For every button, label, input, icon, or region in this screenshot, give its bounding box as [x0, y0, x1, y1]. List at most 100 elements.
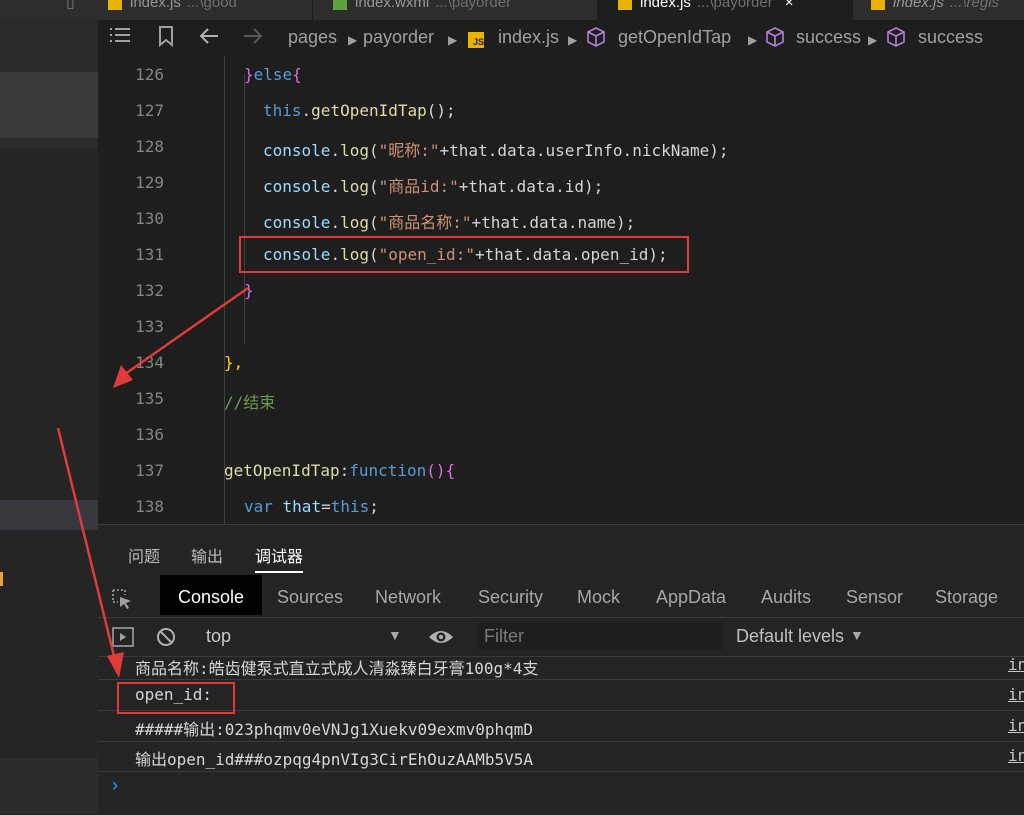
line-number: 128	[135, 137, 164, 156]
tab-path: ...\payorder	[435, 0, 512, 11]
eye-icon[interactable]	[428, 627, 454, 652]
console-log-row: open_id: in	[98, 680, 1024, 711]
code-token: "昵称:"	[378, 141, 440, 160]
sidebar-divider	[0, 138, 98, 148]
close-tab-icon[interactable]: ×	[785, 0, 794, 11]
devtools-tab-appdata[interactable]: AppData	[656, 575, 726, 615]
method-cube-icon	[765, 26, 785, 48]
code-token: console	[263, 177, 331, 196]
inspect-element-icon[interactable]	[110, 583, 134, 623]
editor-tab-bar: index.js ...\good index.wxml ...\payorder …	[98, 0, 1024, 20]
tab-debugger[interactable]: 调试器	[255, 543, 304, 573]
log-source-link[interactable]: in	[1008, 746, 1024, 765]
sidebar-hover-item[interactable]	[0, 500, 98, 530]
line-number: 134	[135, 353, 164, 372]
tab-path: ...\payorder	[696, 0, 773, 11]
devtools-tab-mock[interactable]: Mock	[577, 575, 620, 615]
code-token: (){	[426, 461, 456, 480]
line-number: 136	[135, 425, 164, 444]
context-dropdown-icon[interactable]: ▼	[388, 627, 402, 643]
tab-index-js-regis[interactable]: index.js ...\regis	[853, 0, 1024, 20]
code-token: log	[340, 213, 369, 232]
code-token: );	[584, 177, 604, 196]
log-source-link[interactable]: in	[1008, 655, 1024, 674]
console-log-row: 商品名称:皓齿健泵式直立式成人清淼臻白牙膏100g*4支 in	[98, 655, 1024, 680]
line-number: 135	[135, 389, 164, 408]
code-token: (	[368, 141, 379, 160]
levels-dropdown-icon[interactable]: ▼	[850, 627, 864, 643]
devtools-tab-console[interactable]: Console	[160, 575, 263, 615]
devtools-tab-sensor[interactable]: Sensor	[846, 575, 903, 615]
method-cube-icon	[586, 26, 606, 48]
code-token: "商品id:"	[378, 177, 459, 196]
indent-guide	[244, 74, 245, 344]
code-line-134: },	[224, 353, 243, 372]
code-line-138: var that=this;	[244, 497, 379, 516]
list-icon[interactable]	[108, 25, 132, 50]
breadcrumb-success-2[interactable]: success	[918, 27, 983, 48]
code-token: this	[263, 101, 302, 120]
devtools-tab-storage[interactable]: Storage	[935, 575, 998, 615]
code-editor[interactable]: 126 127 128 129 130 131 132 133 134 135 …	[98, 56, 1024, 524]
tab-index-js-payorder[interactable]: index.js ...\payorder ×	[598, 0, 853, 20]
left-sidebar: ▯	[0, 0, 98, 814]
js-file-icon	[871, 0, 885, 11]
tab-output[interactable]: 输出	[191, 543, 223, 567]
code-line-126: }else{	[244, 65, 302, 84]
line-number: 130	[135, 209, 164, 228]
breadcrumb-success[interactable]: success	[796, 27, 861, 48]
code-token: this	[330, 497, 370, 516]
bottom-panel: 问题 输出 调试器 Console Sources Network Securi…	[98, 524, 1024, 815]
show-sidebar-icon[interactable]	[112, 627, 134, 652]
breadcrumb-separator-icon: ▶	[748, 33, 758, 47]
tab-problems[interactable]: 问题	[128, 543, 160, 567]
devtools-tab-bar: Console Sources Network Security Mock Ap…	[98, 575, 1024, 618]
method-cube-icon	[886, 26, 906, 48]
tab-index-js-good[interactable]: index.js ...\good	[98, 0, 313, 20]
breadcrumb-file[interactable]: index.js	[498, 27, 559, 48]
clear-console-icon[interactable]	[155, 626, 177, 653]
breadcrumb-separator-icon: ▶	[868, 33, 878, 47]
code-token: log	[340, 177, 369, 196]
sidebar-selected-item[interactable]	[0, 72, 98, 138]
filter-input[interactable]	[478, 622, 723, 650]
wxml-file-icon	[333, 0, 347, 11]
indent-guide	[224, 56, 225, 524]
split-editor-icon[interactable]: ▯	[66, 0, 75, 12]
breadcrumb-pages[interactable]: pages	[288, 27, 337, 48]
devtools-tab-sources[interactable]: Sources	[277, 575, 343, 615]
log-message: 输出open_id###ozpqg4pnVIg3CirEhOuzAAMb5V5A	[135, 750, 534, 769]
code-line-132: }	[244, 281, 254, 300]
log-source-link[interactable]: in	[1008, 685, 1024, 704]
log-levels-select[interactable]: Default levels	[736, 626, 844, 647]
line-number: 131	[135, 245, 164, 264]
breadcrumb-getopenidtap[interactable]: getOpenIdTap	[618, 27, 731, 48]
code-token: (	[368, 177, 379, 196]
code-token: .	[301, 101, 312, 120]
tab-path: ...\regis	[949, 0, 1000, 11]
tab-label: index.js	[640, 0, 691, 11]
sidebar-section	[0, 20, 98, 72]
log-message: 商品名称:皓齿健泵式直立式成人清淼臻白牙膏100g*4支	[135, 659, 539, 678]
breadcrumb-payorder[interactable]: payorder	[363, 27, 434, 48]
log-source-link[interactable]: in	[1008, 716, 1024, 735]
code-token: console	[263, 213, 331, 232]
console-prompt-icon[interactable]: ›	[112, 775, 118, 796]
code-line-135: //结束	[224, 389, 275, 413]
bookmark-icon[interactable]	[156, 25, 176, 52]
code-token: +that.data.userInfo.nickName	[439, 141, 710, 160]
code-token: getOpenIdTap	[224, 461, 340, 480]
devtools-tab-security[interactable]: Security	[478, 575, 543, 615]
sidebar-header: ▯	[0, 0, 98, 20]
code-line-130: console.log("商品名称:"+that.data.name);	[263, 209, 635, 233]
forward-arrow-icon[interactable]	[242, 25, 264, 52]
context-select[interactable]: top	[206, 626, 231, 647]
devtools-tab-network[interactable]: Network	[375, 575, 441, 615]
code-line-128: console.log("昵称:"+that.data.userInfo.nic…	[263, 137, 729, 161]
code-line-137: getOpenIdTap:function(){	[224, 461, 455, 480]
devtools-tab-audits[interactable]: Audits	[761, 575, 811, 615]
tab-index-wxml[interactable]: index.wxml ...\payorder	[313, 0, 598, 20]
code-token: function	[349, 461, 427, 480]
code-token: {	[292, 65, 302, 84]
back-arrow-icon[interactable]	[198, 25, 220, 52]
